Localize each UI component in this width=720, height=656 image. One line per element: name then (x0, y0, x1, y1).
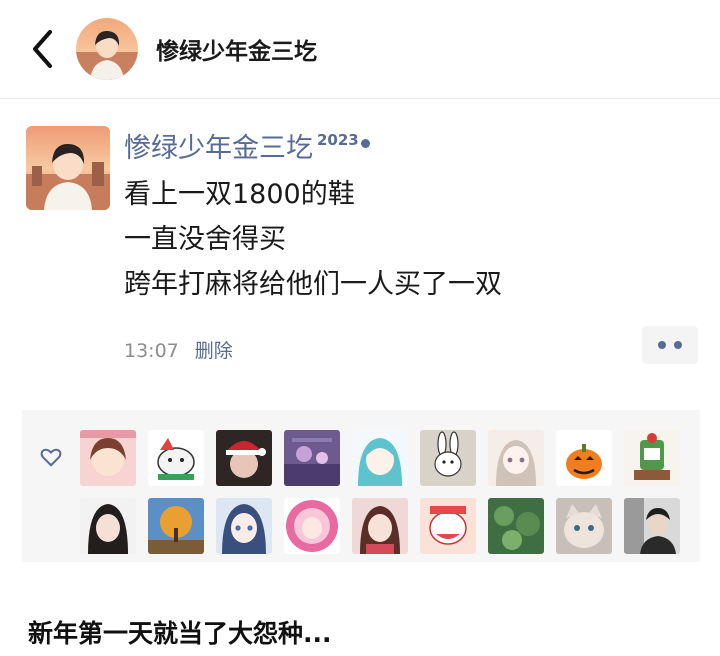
like-avatar-teal-hair-anime[interactable] (352, 430, 408, 486)
more-options-button[interactable] (642, 326, 698, 364)
back-arrow-icon (33, 30, 52, 68)
post-content: 看上一双1800的鞋 一直没舍得买 跨年打麻将给他们一人买了一双 (124, 172, 502, 307)
post-author-avatar[interactable] (26, 126, 110, 210)
heart-icon (40, 448, 62, 467)
like-avatar-man-portrait[interactable] (624, 498, 680, 554)
like-avatar-cactus-sign[interactable] (624, 430, 680, 486)
header-avatar[interactable] (76, 18, 138, 80)
more-dots-icon (658, 341, 666, 349)
like-avatar-girl-portrait[interactable] (80, 498, 136, 554)
like-avatar-cartoon-dog[interactable] (148, 430, 204, 486)
like-avatar-pumpkin[interactable] (556, 430, 612, 486)
like-avatar-cat-face[interactable] (556, 498, 612, 554)
post-line: 看上一双1800的鞋 (124, 179, 355, 210)
like-avatar-bunny-doodle[interactable] (420, 430, 476, 486)
like-avatar-pink-circle[interactable] (284, 498, 340, 554)
like-avatar-cartoon-face[interactable] (420, 498, 476, 554)
badge-icon (360, 139, 370, 148)
likes-panel (22, 410, 700, 562)
post-line: 跨年打麻将给他们一人买了一双 (124, 269, 502, 300)
like-avatar-autumn-tree[interactable] (148, 498, 204, 554)
post-meta: 13:07 删除 (124, 336, 233, 363)
like-avatar-blue-anime[interactable] (216, 498, 272, 554)
chat-header: 惨绿少年金三圪 (0, 0, 720, 99)
post-time: 13:07 (124, 340, 179, 362)
like-avatar-anime-girl[interactable] (80, 430, 136, 486)
like-avatar-pastel-anime[interactable] (488, 430, 544, 486)
like-avatar-green-leaves[interactable] (488, 498, 544, 554)
delete-button[interactable]: 删除 (195, 340, 233, 362)
like-avatar-girl-selfie[interactable] (352, 498, 408, 554)
author-name-text: 惨绿少年金三圪 (124, 133, 313, 164)
like-avatar-purple-scene[interactable] (284, 430, 340, 486)
post-author-name[interactable]: 惨绿少年金三圪 2023 (124, 126, 370, 165)
caption-text: 新年第一天就当了大怨种... (28, 619, 332, 648)
header-title: 惨绿少年金三圪 (156, 39, 317, 65)
back-button[interactable] (24, 26, 60, 72)
post-line: 一直没舍得买 (124, 224, 286, 255)
like-avatar-christmas-girl[interactable] (216, 430, 272, 486)
author-badge: 2023 (317, 131, 359, 149)
more-dots-icon (674, 341, 682, 349)
